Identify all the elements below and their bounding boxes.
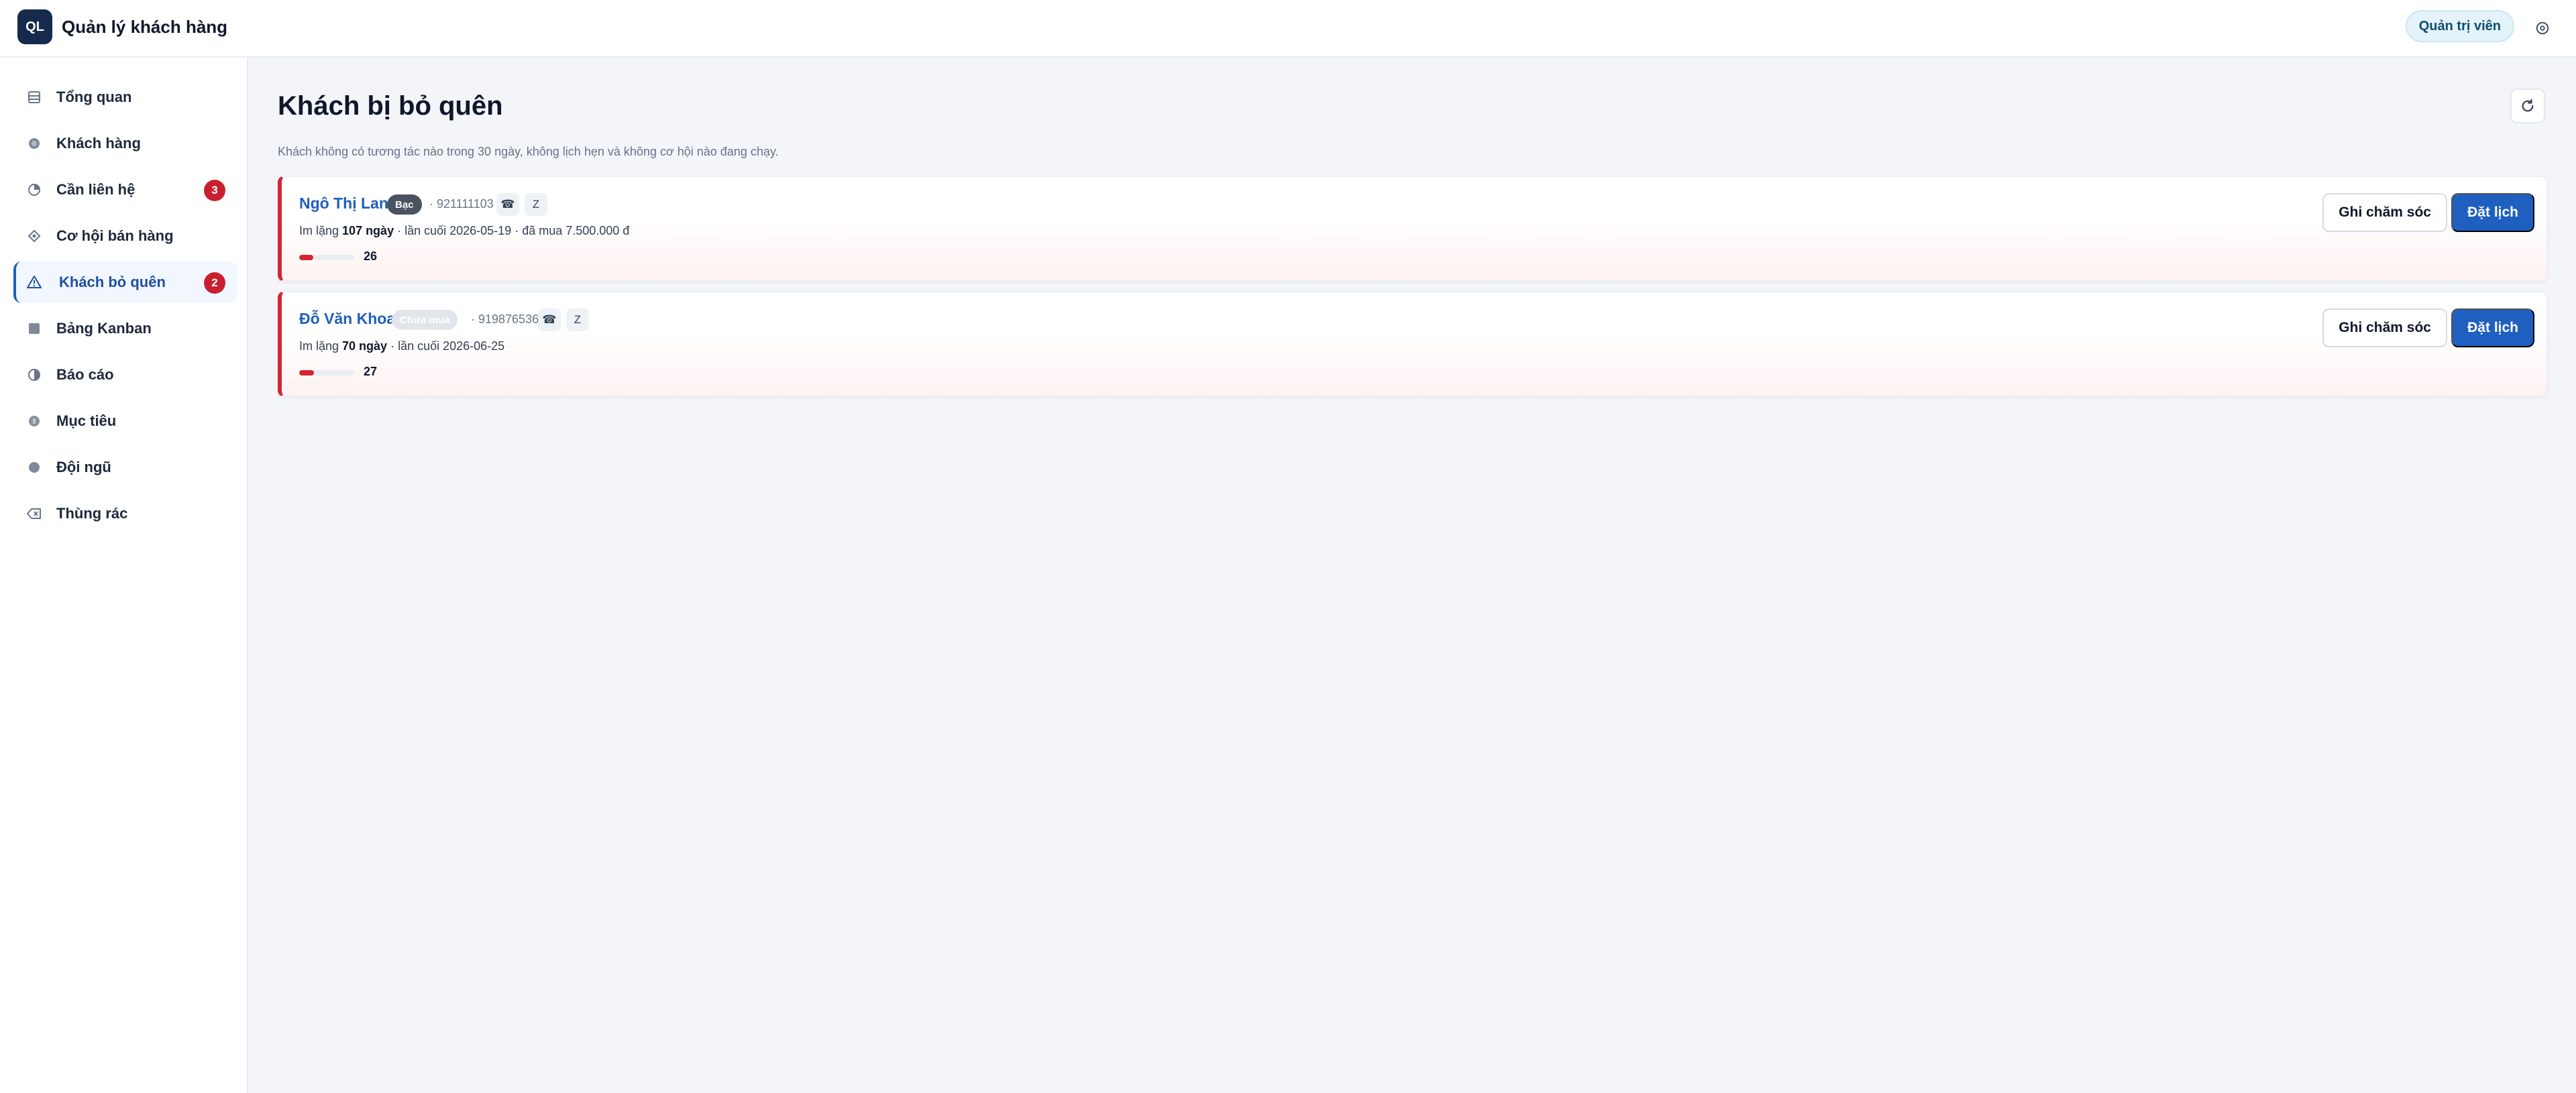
page-subtitle: Khách không có tương tác nào trong 30 ng… [278,145,779,158]
zalo-icon: Z [532,198,540,211]
score-bar-fill [299,255,314,260]
customer-phone: · 919876536 [471,312,539,326]
silent-days: 70 ngày [342,339,388,353]
app-title: Quản lý khách hàng [62,17,228,37]
phone-icon: ☎ [542,313,557,326]
role-badge[interactable]: Quản trị viên [2405,10,2514,42]
meta-prefix: Im lặng [299,339,343,353]
sidebar-item-goals[interactable]: Mục tiêu [13,400,237,442]
sidebar-item-label: Bảng Kanban [56,320,152,337]
score-bar [299,370,354,376]
sidebar-item-label: Báo cáo [56,366,114,383]
sidebar-item-label: Cơ hội bán hàng [56,227,174,244]
page-title: Khách bị bỏ quên [278,91,503,121]
tier-badge: Bạc [387,194,422,215]
goal-icon [27,414,42,428]
sidebar-item-kanban[interactable]: Bảng Kanban [13,308,237,349]
top-bar: QL Quản lý khách hàng Quản trị viên [0,0,2576,58]
sidebar-item-trash[interactable]: Thùng rác [13,493,237,534]
chart-icon [27,367,42,382]
sidebar-item-opportunities[interactable]: Cơ hội bán hàng [13,215,237,257]
sidebar-item-overview[interactable]: Tổng quan [13,76,237,118]
refresh-button[interactable] [2510,89,2545,123]
call-button[interactable]: ☎ [538,308,561,331]
users-icon [27,136,42,151]
customer-phone: · 921111103 [429,197,494,211]
log-care-button[interactable]: Ghi chăm sóc [2322,308,2447,347]
zalo-button[interactable]: Z [525,193,547,216]
sidebar-item-label: Mục tiêu [56,412,117,429]
settings-icon[interactable] [2533,19,2552,38]
notification-badge: 2 [204,272,225,294]
sidebar-item-label: Cần liên hệ [56,181,136,198]
sidebar-item-customers[interactable]: Khách hàng [13,123,237,164]
tier-badge: Chưa mua [392,310,458,330]
customer-meta: Im lặng 107 ngày · lần cuối 2026-05-19 ·… [299,224,629,238]
sidebar-item-forgotten[interactable]: Khách bỏ quên 2 [13,262,237,303]
score-bar [299,255,354,260]
sidebar-item-label: Khách hàng [56,135,141,152]
call-button[interactable]: ☎ [496,193,519,216]
sidebar-item-label: Đội ngũ [56,459,111,475]
refresh-icon [2522,99,2534,112]
target-icon [27,229,42,243]
sidebar-item-to-contact[interactable]: Cần liên hệ 3 [13,169,237,211]
meta-suffix: · lần cuối 2026-05-19 · đã mua 7.500.000… [394,224,630,237]
trash-icon [27,506,42,521]
team-icon [27,460,42,475]
book-appointment-button[interactable]: Đặt lịch [2451,308,2534,347]
warning-icon [27,275,42,290]
sidebar-item-team[interactable]: Đội ngũ [13,447,237,488]
customer-name-link[interactable]: Ngô Thị Lan [299,194,388,213]
meta-prefix: Im lặng [299,224,343,237]
score-value: 26 [364,249,378,263]
sidebar-item-label: Tổng quan [56,89,132,105]
meta-suffix: · lần cuối 2026-06-25 [387,339,505,353]
log-care-button[interactable]: Ghi chăm sóc [2322,193,2447,232]
score-bar-fill [299,370,315,376]
notification-badge: 3 [204,180,225,201]
zalo-icon: Z [574,313,582,326]
customer-card: Ngô Thị Lan Bạc · 921111103 ☎ Z Im lặng … [278,176,2548,282]
phone-icon: ☎ [500,198,515,211]
customer-card: Đỗ Văn Khoa Chưa mua · 919876536 ☎ Z Im … [278,291,2548,397]
score-value: 27 [364,365,378,378]
sidebar-item-label: Khách bỏ quên [59,274,166,290]
customer-name-link[interactable]: Đỗ Văn Khoa [299,310,395,328]
app-logo[interactable]: QL [17,9,52,44]
grid-icon [27,90,42,105]
sidebar-item-reports[interactable]: Báo cáo [13,354,237,396]
kanban-icon [27,321,42,336]
book-appointment-button[interactable]: Đặt lịch [2451,193,2534,232]
clock-icon [27,182,42,197]
zalo-button[interactable]: Z [566,308,589,331]
sidebar: Tổng quan Khách hàng Cần liên hệ 3 Cơ hộ… [0,58,248,1093]
sidebar-item-label: Thùng rác [56,505,128,522]
silent-days: 107 ngày [342,224,394,237]
customer-meta: Im lặng 70 ngày · lần cuối 2026-06-25 [299,339,504,353]
